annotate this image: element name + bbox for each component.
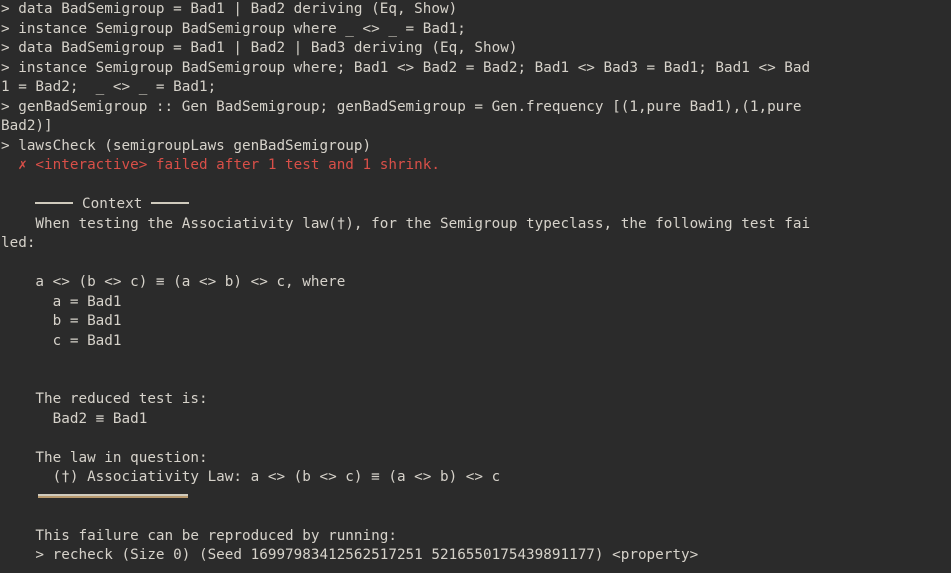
context-description: When testing the Associativity law(†), f…: [1, 215, 811, 232]
test-failure-line: ✗ <interactive> failed after 1 test and …: [1, 157, 440, 173]
binding-b: b = Bad1: [1, 313, 122, 329]
terminal-line-input: > instance Semigroup BadSemigroup where …: [1, 20, 466, 37]
terminal-line-input: > instance Semigroup BadSemigroup where;…: [1, 59, 811, 76]
reduced-test-label: The reduced test is:: [1, 391, 208, 407]
binding-c: c = Bad1: [1, 332, 122, 349]
recheck-command: > recheck (Size 0) (Seed 169979834125625…: [1, 547, 699, 563]
context-header: Context: [1, 195, 189, 215]
rule-right-icon: [150, 202, 189, 204]
section-divider-row: [0, 488, 951, 508]
rule-left-icon: [35, 202, 74, 204]
section-divider: [38, 493, 188, 498]
terminal-line-input: > lawsCheck (semigroupLaws genBadSemigro…: [1, 137, 372, 154]
terminal-line-wrapped: led:: [1, 235, 36, 251]
terminal-line-input: > data BadSemigroup = Bad1 | Bad2 derivi…: [1, 1, 458, 17]
terminal-screen: > data BadSemigroup = Bad1 | Bad2 derivi…: [0, 0, 951, 573]
terminal-line-wrapped: Bad2)]: [1, 118, 53, 134]
terminal-line-wrapped: 1 = Bad2; _ <> _ = Bad1;: [1, 79, 217, 95]
terminal-line-input: > data BadSemigroup = Bad1 | Bad2 | Bad3…: [1, 40, 518, 56]
binding-a: a = Bad1: [1, 293, 122, 310]
reproduce-label: This failure can be reproduced by runnin…: [1, 527, 397, 544]
context-header-row: Context: [0, 195, 951, 215]
law-label: The law in question:: [1, 449, 208, 466]
failing-test-expression: a <> (b <> c) ≡ (a <> b) <> c, where: [1, 274, 346, 290]
reduced-test-value: Bad2 ≡ Bad1: [1, 410, 148, 427]
context-header-label: Context: [82, 196, 143, 212]
terminal-window[interactable]: > data BadSemigroup = Bad1 | Bad2 derivi…: [0, 0, 951, 573]
terminal-line-input: > genBadSemigroup :: Gen BadSemigroup; g…: [1, 98, 802, 115]
law-statement: (†) Associativity Law: a <> (b <> c) ≡ (…: [1, 469, 501, 485]
